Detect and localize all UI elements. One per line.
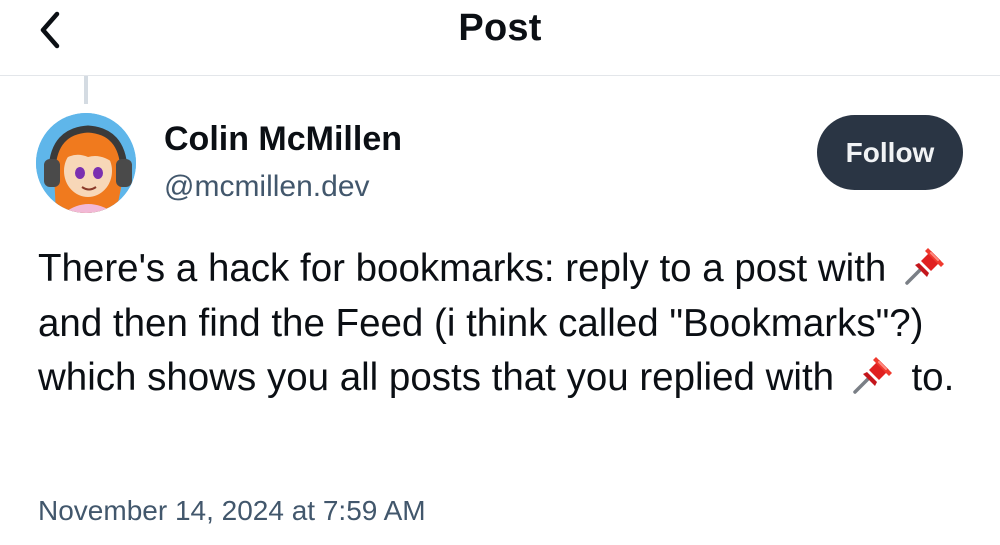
- avatar-image: [36, 113, 136, 213]
- post-text-segment: and then find the Feed (i think called "…: [38, 301, 924, 400]
- avatar[interactable]: [36, 113, 136, 213]
- post-timestamp[interactable]: November 14, 2024 at 7:59 AM: [38, 493, 426, 529]
- page-title: Post: [458, 7, 542, 49]
- pushpin-emoji-icon: [853, 357, 892, 394]
- post-text: There's a hack for bookmarks: reply to a…: [38, 242, 968, 406]
- author-handle[interactable]: @mcmillen.dev: [164, 168, 370, 206]
- top-bar: Post: [0, 0, 1000, 76]
- post-text-segment: There's a hack for bookmarks: reply to a…: [38, 247, 887, 290]
- thread-connector-line: [84, 76, 88, 104]
- follow-button[interactable]: Follow: [817, 115, 963, 190]
- post-text-segment: to.: [911, 356, 955, 399]
- author-name[interactable]: Colin McMillen: [164, 118, 402, 160]
- pushpin-emoji-icon: [905, 248, 945, 285]
